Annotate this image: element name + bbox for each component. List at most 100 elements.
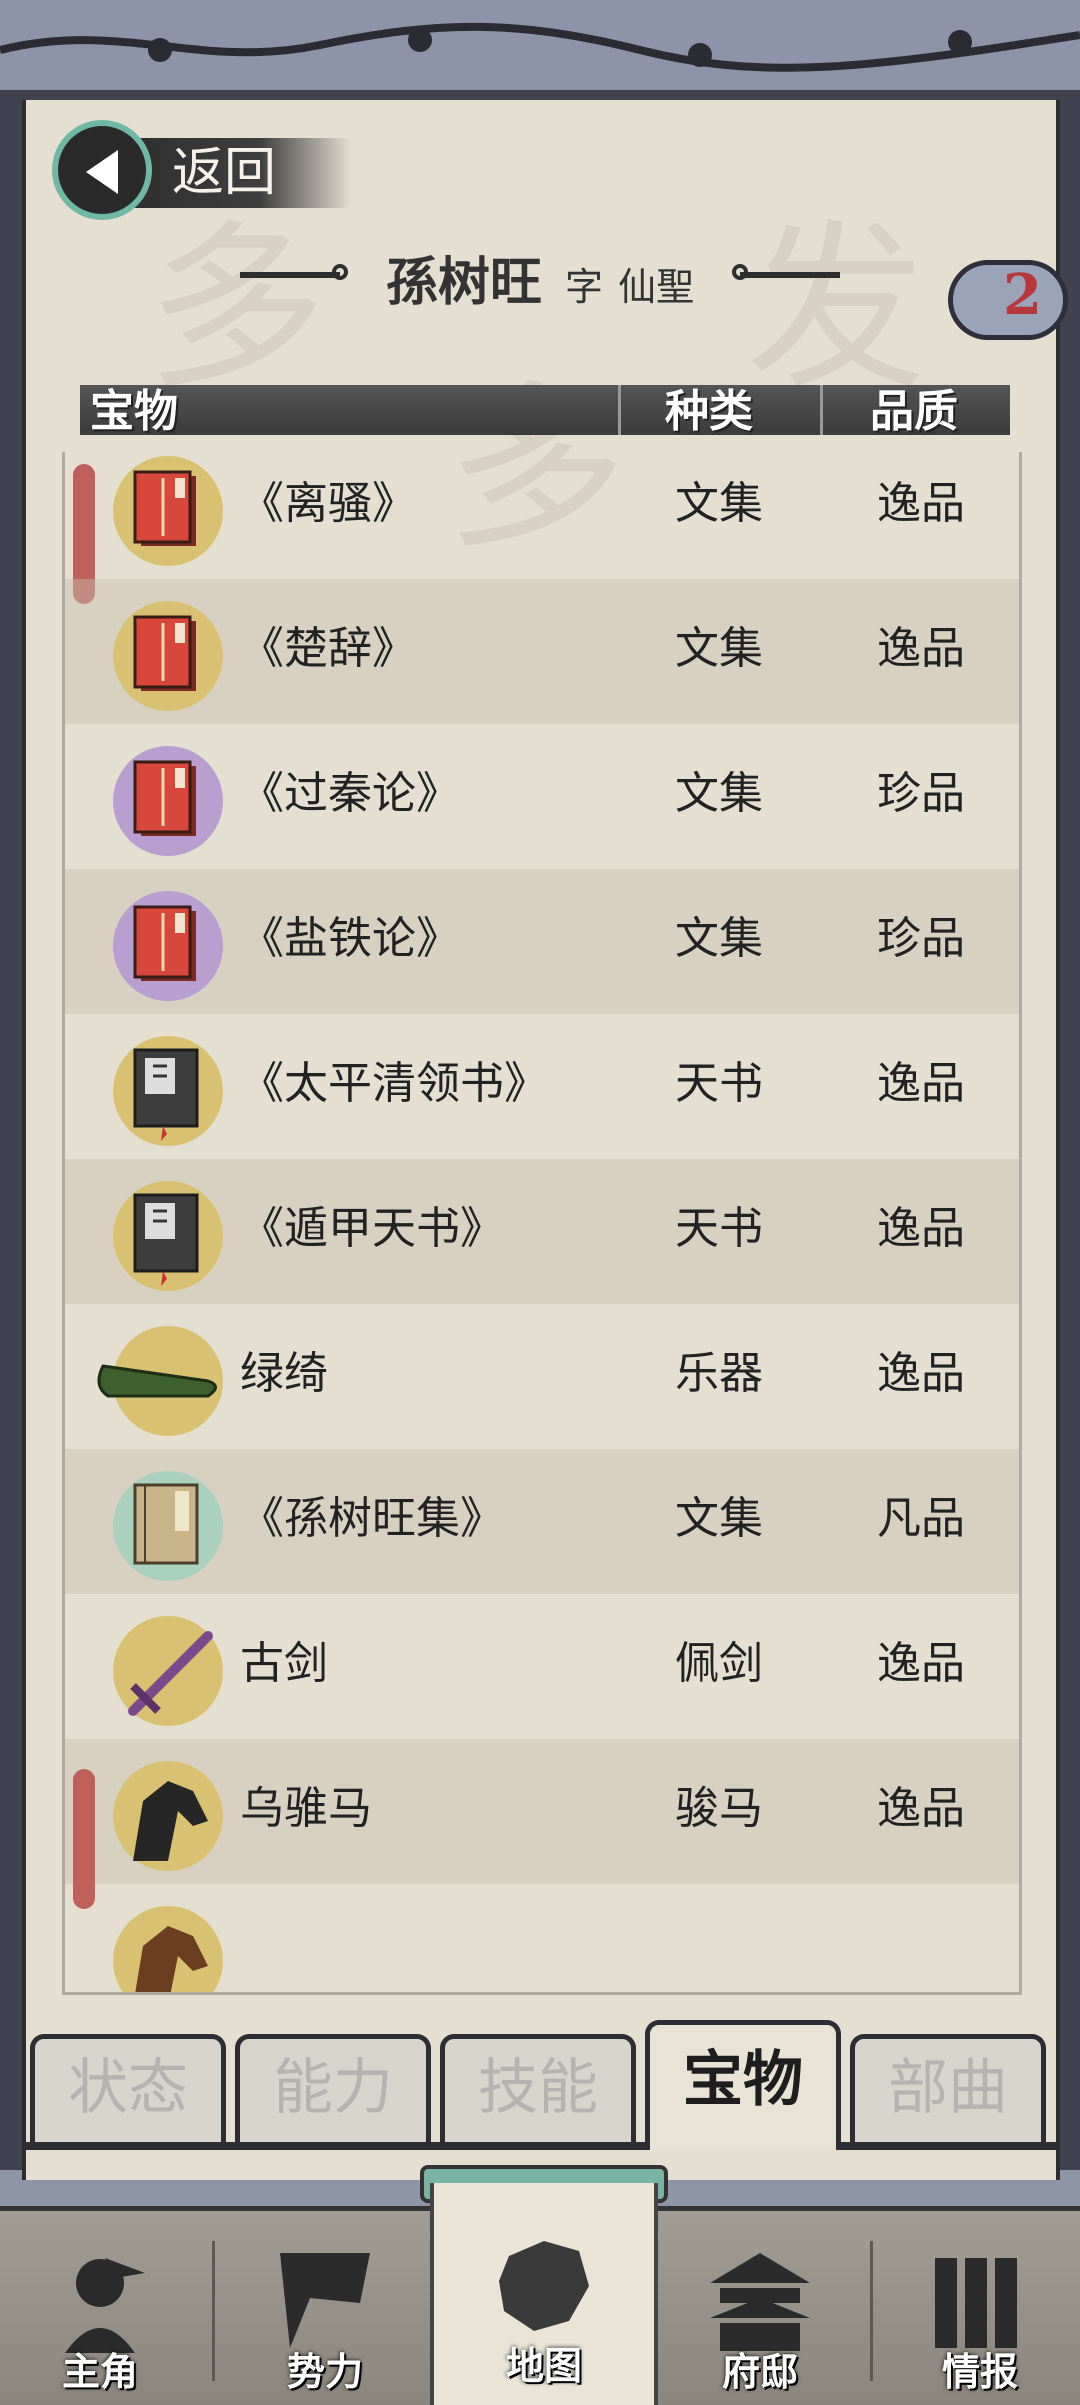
item-quality: 珍品 [877, 913, 965, 964]
list-item[interactable]: 《孫树旺集》 文集 凡品 [65, 1449, 1019, 1594]
black-horse-icon [113, 1761, 223, 1871]
tab-label: 部曲 [888, 2053, 1008, 2123]
sword-icon [113, 1616, 223, 1726]
item-quality: 逸品 [877, 1783, 965, 1834]
list-item[interactable]: 《盐铁论》 文集 珍品 [65, 869, 1019, 1014]
badge-count: 2 [1003, 262, 1042, 328]
red-book-icon [113, 746, 223, 856]
list-item[interactable]: 《过秦论》 文集 珍品 [65, 724, 1019, 869]
item-type: 文集 [675, 478, 763, 529]
item-quality: 珍品 [877, 768, 965, 819]
item-name: 《过秦论》 [240, 768, 460, 819]
courtesy-label: 字 [564, 265, 603, 309]
column-header-type: 种类 [665, 386, 753, 437]
nav-faction[interactable]: 势力 [225, 2211, 425, 2405]
tab-bar: 状态 能力 技能 宝物 部曲 [22, 2020, 1058, 2150]
tab-troops[interactable]: 部曲 [850, 2034, 1046, 2142]
item-type: 天书 [675, 1203, 763, 1254]
item-type: 佩剑 [675, 1638, 763, 1689]
flag-icon [280, 2253, 370, 2348]
nav-protagonist[interactable]: 主角 [0, 2211, 200, 2405]
character-name: 孫树旺 [385, 252, 542, 313]
nav-label: 势力 [286, 2349, 363, 2394]
item-name: 乌骓马 [240, 1783, 372, 1834]
tab-label: 技能 [478, 2053, 598, 2123]
tab-skill[interactable]: 技能 [440, 2034, 636, 2142]
brown-horse-icon [113, 1906, 223, 1992]
list-item[interactable]: 古剑 佩剑 逸品 [65, 1594, 1019, 1739]
tab-status[interactable]: 状态 [30, 2034, 226, 2142]
item-type: 文集 [675, 768, 763, 819]
tab-label: 状态 [68, 2053, 188, 2123]
red-book-icon [113, 456, 223, 566]
item-name: 《孫树旺集》 [240, 1493, 504, 1544]
item-type: 乐器 [675, 1348, 763, 1399]
item-type: 天书 [675, 1058, 763, 1109]
nav-label: 地图 [505, 2343, 582, 2388]
back-button[interactable]: 返回 [52, 120, 352, 220]
list-item[interactable]: 《楚辞》 文集 逸品 [65, 579, 1019, 724]
tab-baseline [22, 2142, 1058, 2150]
red-book-icon [113, 891, 223, 1001]
top-decoration [0, 0, 1080, 96]
treasure-list[interactable]: 《离骚》 文集 逸品 《楚辞》 文集 逸品 《过秦论》 文集 珍品 《盐铁论》 文集 珍品 《太平清领书… [62, 452, 1022, 1995]
item-name: 《遁甲天书》 [240, 1203, 504, 1254]
item-quality: 凡品 [877, 1493, 965, 1544]
item-quality: 逸品 [877, 1348, 965, 1399]
nav-map[interactable]: 地图 [430, 2183, 658, 2405]
list-item[interactable]: 乌骓马 骏马 逸品 [65, 1739, 1019, 1909]
column-header-treasure: 宝物 [90, 386, 178, 437]
nav-label: 主角 [61, 2349, 138, 2394]
tab-label: 能力 [273, 2053, 393, 2123]
item-name: 《太平清领书》 [240, 1058, 548, 1109]
list-item[interactable] [65, 1884, 1019, 1992]
item-name: 古剑 [240, 1638, 328, 1689]
list-item[interactable]: 《太平清领书》 天书 逸品 [65, 1014, 1019, 1159]
item-name: 《离骚》 [240, 478, 416, 529]
item-name: 《楚辞》 [240, 623, 416, 674]
item-type: 文集 [675, 623, 763, 674]
item-name: 《盐铁论》 [240, 913, 460, 964]
list-item[interactable]: 《离骚》 文集 逸品 [65, 452, 1019, 604]
courtesy-name: 仙聖 [618, 265, 695, 309]
item-type: 文集 [675, 1493, 763, 1544]
scroll-icon [935, 2258, 1017, 2348]
tan-book-icon [113, 1471, 223, 1581]
item-type: 文集 [675, 913, 763, 964]
tab-label: 宝物 [683, 2045, 803, 2115]
warrior-icon [65, 2258, 145, 2353]
character-title: 孫树旺 字 仙聖 [240, 240, 840, 313]
back-arrow-icon [52, 120, 152, 220]
nav-separator [212, 2241, 215, 2381]
bottom-nav: 主角 势力 地图 府邸 情报 [0, 2183, 1080, 2405]
back-label: 返回 [172, 143, 277, 203]
mansion-icon [710, 2253, 810, 2351]
nav-mansion[interactable]: 府邸 [660, 2211, 860, 2405]
nav-intel[interactable]: 情报 [880, 2211, 1080, 2405]
dark-book-icon [113, 1181, 223, 1291]
list-item[interactable]: 绿绮 乐器 逸品 [65, 1304, 1019, 1449]
column-separator [618, 385, 621, 435]
list-item[interactable]: 《遁甲天书》 天书 逸品 [65, 1159, 1019, 1304]
item-name: 绿绮 [240, 1348, 328, 1399]
red-book-icon [113, 601, 223, 711]
item-type: 骏马 [675, 1783, 763, 1834]
cloud-badge[interactable]: 2 [948, 250, 1078, 345]
item-quality: 逸品 [877, 478, 965, 529]
dark-book-icon [113, 1036, 223, 1146]
table-header: 宝物 种类 品质 [80, 385, 1010, 437]
guqin-icon [97, 1326, 223, 1436]
tab-ability[interactable]: 能力 [235, 2034, 431, 2142]
item-quality: 逸品 [877, 1203, 965, 1254]
tab-treasure[interactable]: 宝物 [645, 2020, 841, 2150]
nav-label: 府邸 [721, 2349, 798, 2394]
item-quality: 逸品 [877, 623, 965, 674]
item-quality: 逸品 [877, 1638, 965, 1689]
nav-separator [870, 2241, 873, 2381]
nav-label: 情报 [941, 2349, 1018, 2394]
column-header-quality: 品质 [870, 386, 958, 437]
item-quality: 逸品 [877, 1058, 965, 1109]
map-icon [499, 2241, 589, 2331]
column-separator [820, 385, 823, 435]
floral-vine-ornament [0, 22, 1080, 72]
